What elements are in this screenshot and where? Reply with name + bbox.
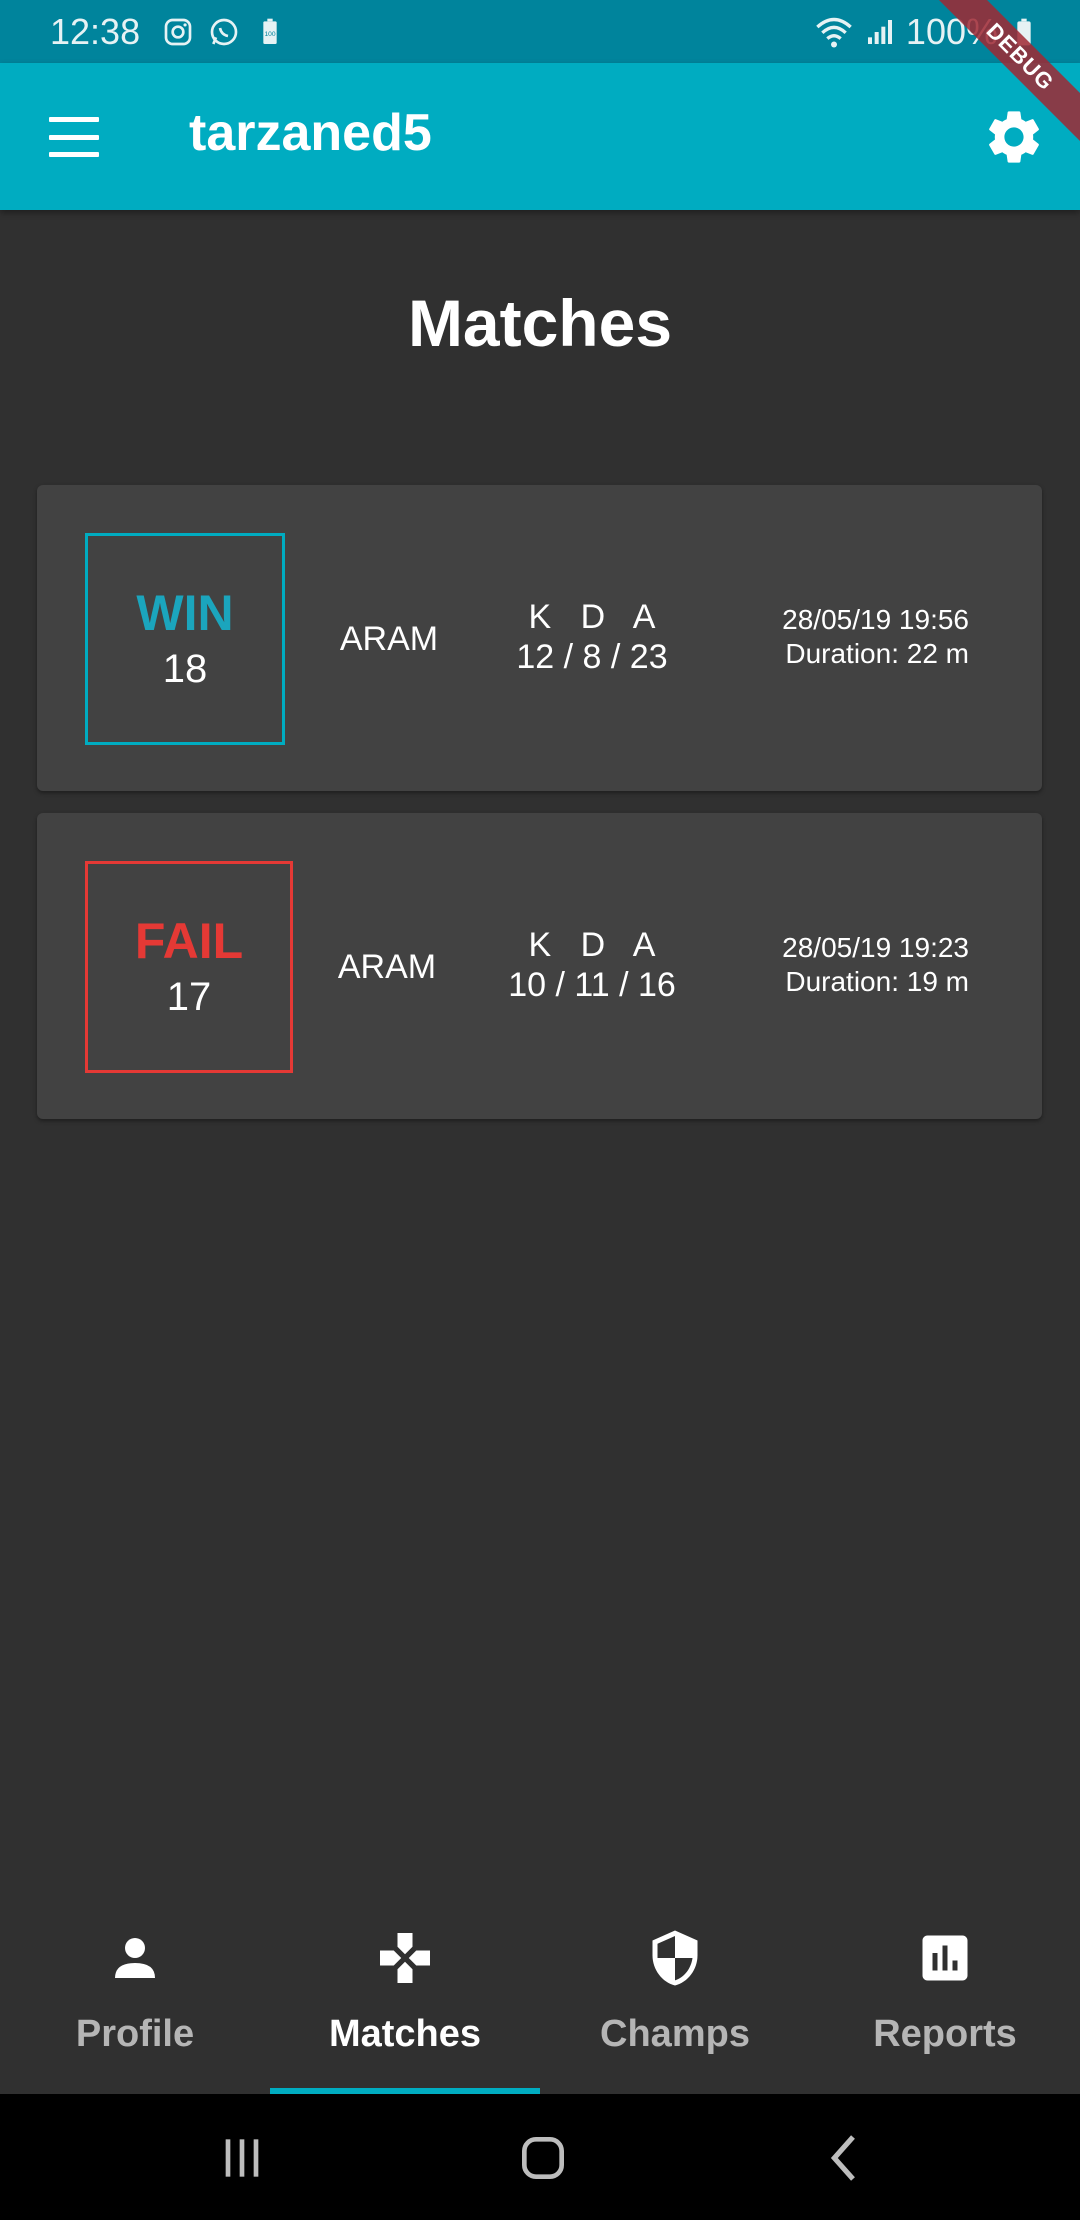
match-date: 28/05/19 19:56: [782, 604, 969, 635]
system-nav-bar: [0, 2094, 1080, 2220]
gamepad-icon: [380, 1933, 430, 1983]
menu-icon: [49, 117, 99, 122]
person-icon: [115, 1938, 155, 1978]
shield-icon: [652, 1930, 698, 1986]
nav-label-matches: Matches: [328, 2013, 482, 2055]
champion-level: 18: [162, 647, 208, 691]
result-label: WIN: [136, 585, 234, 641]
nav-item-champs[interactable]: Champs: [540, 1898, 810, 2094]
whatsapp-icon: [210, 18, 238, 45]
battery-percent: 100%: [905, 10, 998, 52]
status-right: 100%: [814, 0, 1040, 63]
kda-block: K D A 10 / 11 / 16: [477, 925, 707, 1005]
result-badge: FAIL 17: [85, 861, 293, 1073]
menu-button[interactable]: [46, 113, 102, 161]
bar-chart-icon: [922, 1935, 968, 1981]
match-date: 28/05/19 19:23: [782, 932, 969, 963]
kda-header: K D A: [528, 926, 666, 964]
game-mode: ARAM: [339, 620, 439, 658]
menu-icon-bar: [49, 152, 99, 157]
nav-label-reports: Reports: [873, 2013, 1017, 2055]
match-card[interactable]: WIN 18 ARAM K D A 12 / 8 / 23 28/05/19 1…: [37, 485, 1042, 791]
signal-icon: [867, 19, 892, 44]
result-badge: WIN 18: [85, 533, 285, 745]
bottom-nav: Profile Matches Champs Reports: [0, 1898, 1080, 2094]
match-time-block: 28/05/19 19:56 Duration: 22 m: [782, 603, 969, 671]
battery-icon: [1017, 18, 1031, 45]
match-duration: Duration: 22 m: [785, 638, 969, 669]
nav-label-profile: Profile: [75, 2013, 195, 2055]
back-icon[interactable]: [818, 2130, 874, 2186]
recent-apps-icon[interactable]: [214, 2130, 270, 2186]
match-duration: Duration: 19 m: [785, 966, 969, 997]
menu-icon-bar: [49, 134, 99, 140]
battery-saver-icon: 100: [263, 18, 277, 44]
svg-text:100: 100: [265, 31, 276, 38]
app-title: tarzaned5: [189, 104, 432, 162]
nav-item-profile[interactable]: Profile: [0, 1898, 270, 2094]
status-bar: 12:38 100 100%: [0, 0, 1080, 63]
app-bar: tarzaned5: [0, 63, 1080, 210]
match-card[interactable]: FAIL 17 ARAM K D A 10 / 11 / 16 28/05/19…: [37, 813, 1042, 1119]
nav-item-reports[interactable]: Reports: [810, 1898, 1080, 2094]
home-icon[interactable]: [515, 2130, 571, 2186]
gear-icon[interactable]: [982, 105, 1046, 169]
kda-block: K D A 12 / 8 / 23: [477, 597, 707, 677]
match-time-block: 28/05/19 19:23 Duration: 19 m: [782, 931, 969, 999]
nav-item-matches[interactable]: Matches: [270, 1898, 540, 2094]
result-label: FAIL: [134, 913, 244, 969]
champion-level: 17: [166, 975, 212, 1019]
game-mode: ARAM: [337, 948, 437, 986]
kda-header: K D A: [528, 598, 666, 636]
instagram-icon: [164, 18, 192, 45]
notification-icons: 100: [162, 16, 286, 48]
kda-values: 10 / 11 / 16: [508, 966, 676, 1004]
status-time: 12:38: [50, 10, 141, 52]
kda-values: 12 / 8 / 23: [516, 638, 668, 676]
nav-label-champs: Champs: [600, 2013, 750, 2055]
wifi-icon: [816, 17, 852, 47]
page-title: Matches: [407, 286, 673, 360]
